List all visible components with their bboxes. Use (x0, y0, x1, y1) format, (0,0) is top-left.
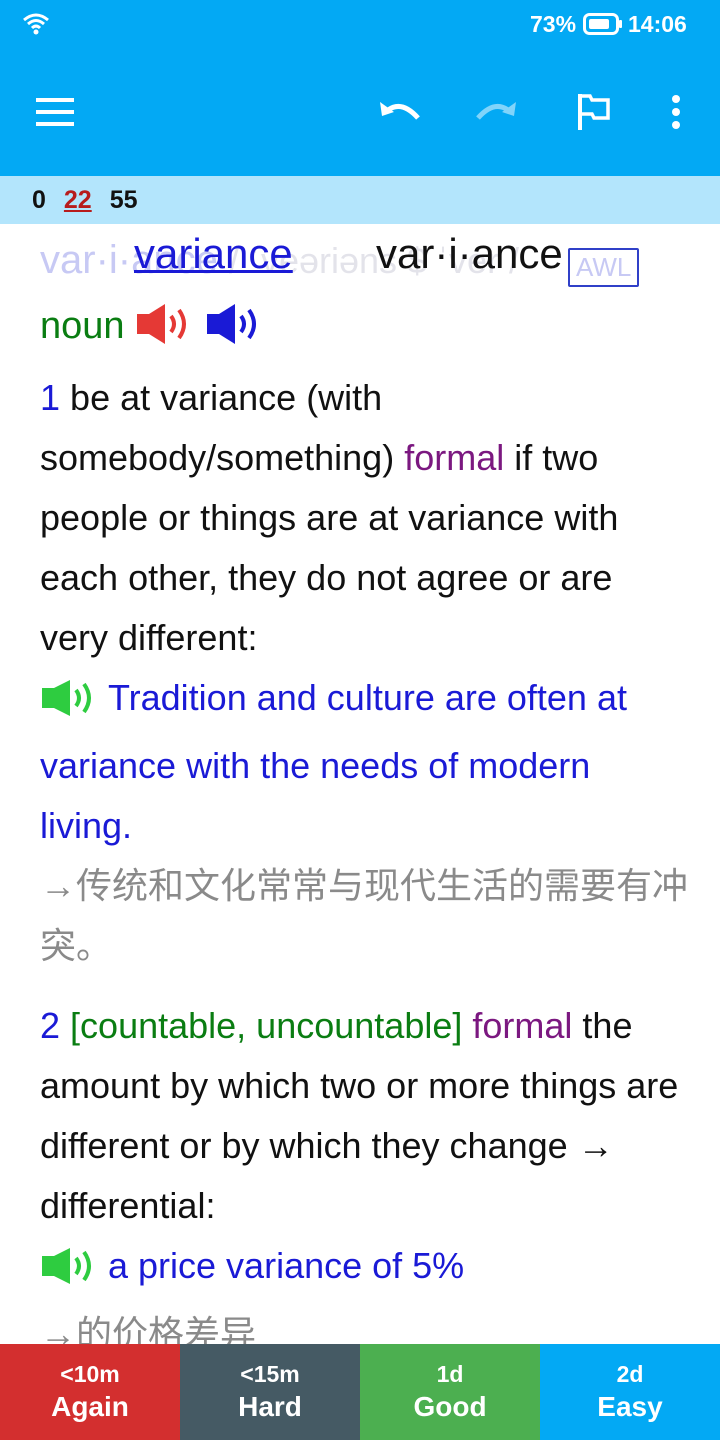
clock: 14:06 (628, 11, 687, 37)
learning-count: 22 (63, 185, 92, 214)
hard-interval: <15m (240, 1361, 300, 1387)
answer-buttons: <10m Again <15m Hard 1d Good 2d Easy (0, 1344, 720, 1440)
sense-grammar: [countable, uncountable] (70, 1005, 463, 1046)
translation: →的价格差异 (40, 1313, 257, 1344)
card-content[interactable]: var·i·ance / ˈveəriəns $ ˈver / AWL vari… (0, 224, 720, 1344)
speaker-example-icon[interactable] (40, 1244, 100, 1304)
part-of-speech: noun (40, 305, 125, 347)
sense-register: formal (404, 437, 505, 478)
battery-icon (583, 13, 623, 40)
sense-2: 2 [countable, uncountable] formal the am… (40, 996, 690, 1344)
example-text: Tradition and culture are often at varia… (40, 677, 627, 846)
again-label: Again (51, 1391, 129, 1422)
again-interval: <10m (60, 1361, 120, 1387)
good-interval: 1d (436, 1361, 464, 1387)
new-count: 0 (32, 185, 46, 214)
speaker-us-icon[interactable] (205, 302, 265, 351)
example-sentence: a price variance of 5% (40, 1236, 690, 1304)
easy-label: Easy (597, 1391, 663, 1422)
sense-phrase: be at variance (with somebody/something) (40, 377, 395, 478)
good-button[interactable]: 1d Good (360, 1344, 540, 1440)
status-bar: 73% 14:06 (0, 0, 720, 48)
undo-icon[interactable] (372, 84, 428, 140)
flag-icon[interactable] (566, 84, 622, 140)
easy-button[interactable]: 2d Easy (540, 1344, 720, 1440)
easy-interval: 2d (616, 1361, 644, 1387)
wifi-icon (22, 12, 50, 41)
card-counts: 0 22 55 (0, 176, 720, 224)
example-sentence: Tradition and culture are often at varia… (40, 668, 690, 856)
hard-label: Hard (238, 1391, 302, 1422)
menu-icon[interactable] (26, 84, 86, 140)
battery-percent: 73% (530, 11, 577, 37)
sense-register: formal (472, 1005, 573, 1046)
review-count: 55 (109, 185, 138, 214)
pos-line: noun (40, 302, 275, 351)
good-label: Good (413, 1391, 487, 1422)
app-toolbar (0, 48, 720, 176)
redo-icon[interactable] (468, 84, 524, 140)
speaker-example-icon[interactable] (40, 676, 100, 736)
front-word: variance (134, 230, 293, 277)
example-text: a price variance of 5% (108, 1245, 465, 1286)
translation: →传统和文化常常与现代生活的需要有冲突。 (40, 865, 689, 966)
sense-number: 2 (40, 1005, 61, 1046)
sense-number: 1 (40, 377, 61, 418)
hard-button[interactable]: <15m Hard (180, 1344, 360, 1440)
again-button[interactable]: <10m Again (0, 1344, 180, 1440)
more-vert-icon[interactable] (650, 84, 702, 140)
awl-badge: AWL (568, 248, 640, 287)
speaker-uk-icon[interactable] (135, 302, 195, 351)
sense-1: 1 be at variance (with somebody/somethin… (40, 368, 690, 976)
front-syllables: var·i·ance (376, 230, 563, 277)
